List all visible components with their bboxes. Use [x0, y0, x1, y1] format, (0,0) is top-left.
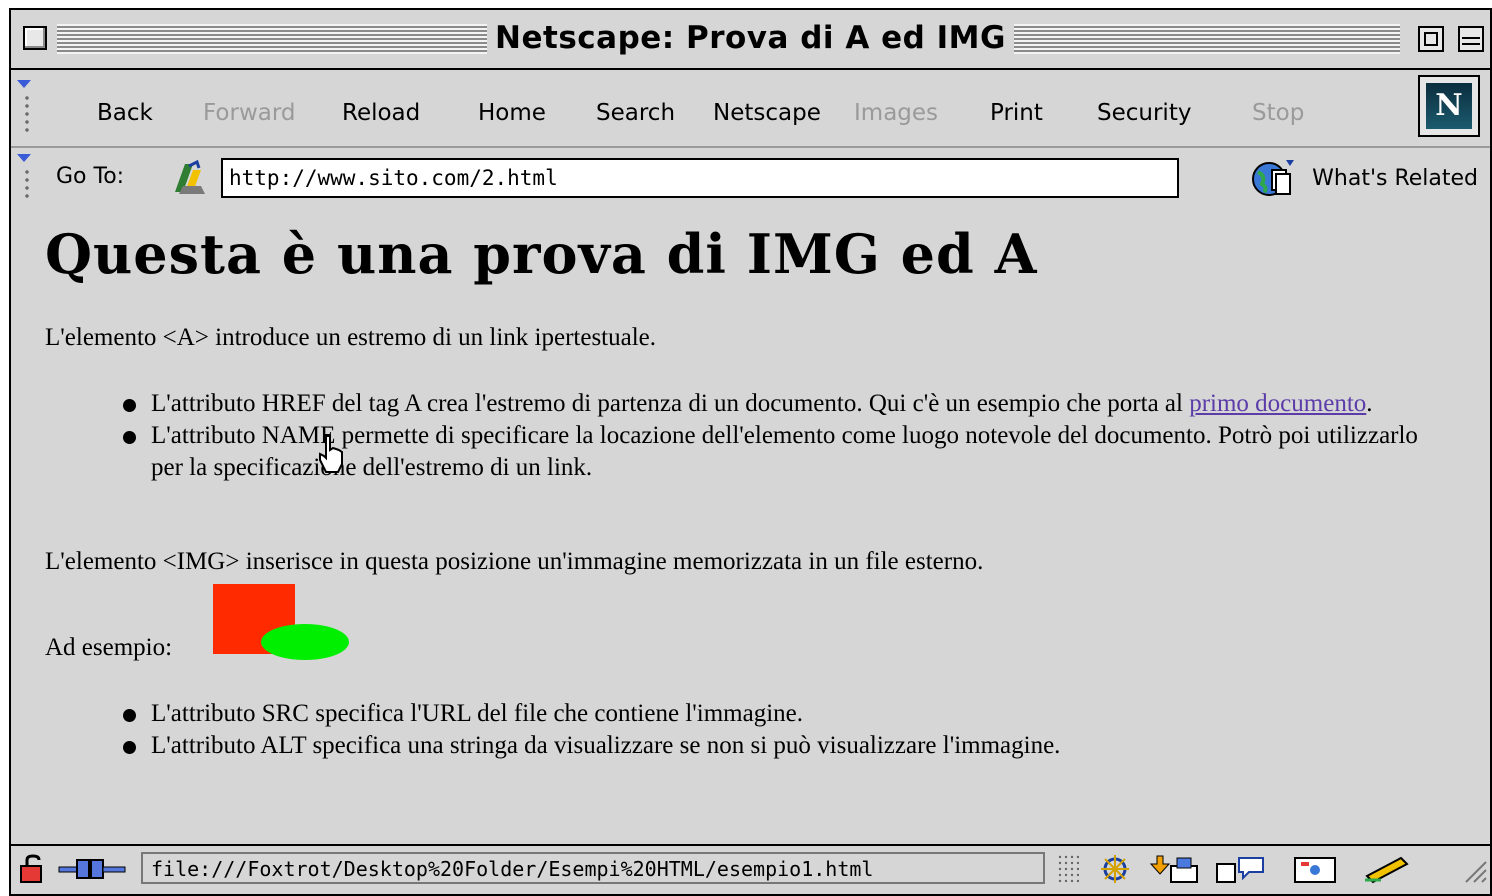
back-button[interactable]: Back [97, 100, 153, 126]
netscape-logo-letter: N [1426, 83, 1472, 129]
example-image [213, 584, 349, 660]
triangle-down-icon [17, 80, 31, 88]
grip-dots-icon [23, 168, 31, 198]
page-proxy-icon[interactable] [171, 160, 209, 196]
netscape-logo[interactable]: N [1418, 75, 1480, 137]
page-content: Questa è una prova di IMG ed A L'element… [11, 208, 1490, 846]
security-button[interactable]: Security [1097, 100, 1191, 126]
navigator-ship-wheel-icon[interactable] [1093, 854, 1139, 884]
href-text-suffix: . [1366, 390, 1373, 417]
intro-a-paragraph: L'elemento <A> introduce un estremo di u… [45, 324, 657, 351]
print-button[interactable]: Print [990, 100, 1043, 126]
status-grip-icon [1057, 854, 1079, 884]
list-item-href: L'attributo HREF del tag A crea l'estrem… [119, 388, 1429, 420]
images-button[interactable]: Images [854, 100, 938, 126]
hand-cursor-icon [319, 435, 343, 473]
status-bar: file:///Foxtrot/Desktop%20Folder/Esempi%… [11, 844, 1490, 894]
triangle-down-icon [17, 154, 31, 162]
href-text: L'attributo HREF del tag A crea l'estrem… [151, 390, 1190, 417]
netscape-button[interactable]: Netscape [713, 100, 821, 126]
stop-button[interactable]: Stop [1252, 100, 1304, 126]
intro-img-paragraph: L'elemento <IMG> inserisce in questa pos… [45, 548, 984, 575]
url-input[interactable] [221, 158, 1179, 198]
list-item-alt: L'attributo ALT specifica una stringa da… [119, 730, 1429, 762]
globe-icon [1252, 160, 1295, 196]
mail-icon[interactable] [1149, 854, 1201, 884]
aim-pencil-icon[interactable] [1361, 854, 1417, 884]
whats-related-label: What's Related [1312, 165, 1478, 191]
grip-dots-icon [23, 94, 31, 134]
search-button[interactable]: Search [596, 100, 675, 126]
reload-button[interactable]: Reload [342, 100, 420, 126]
goto-label: Go To: [56, 164, 125, 189]
location-bar: Go To: What's Related [11, 146, 1490, 210]
toolbar-collapse-tab[interactable] [15, 76, 39, 134]
collapse-box-button[interactable] [1458, 26, 1484, 52]
whats-related-button[interactable]: What's Related [1252, 156, 1478, 200]
page-heading: Questa è una prova di IMG ed A [45, 222, 1038, 286]
title-bar[interactable]: Netscape: Prova di A ed IMG [11, 10, 1490, 70]
list-item-name: L'attributo NAME permette di specificare… [119, 420, 1429, 484]
window-title: Netscape: Prova di A ed IMG [487, 20, 1014, 56]
resize-grip-icon[interactable] [1458, 854, 1488, 884]
composer-icon[interactable] [1291, 854, 1339, 884]
location-collapse-tab[interactable] [15, 150, 39, 198]
home-button[interactable]: Home [478, 100, 546, 126]
discussions-icon[interactable] [1213, 854, 1269, 884]
primo-documento-link[interactable]: primo documento [1189, 390, 1366, 417]
zoom-box-button[interactable] [1418, 26, 1444, 52]
status-message: file:///Foxtrot/Desktop%20Folder/Esempi%… [141, 852, 1045, 884]
forward-button[interactable]: Forward [203, 100, 296, 126]
img-attributes-list: L'attributo SRC specifica l'URL del file… [119, 698, 1429, 762]
navigation-toolbar: Back Forward Reload Home Search Netscape… [11, 68, 1490, 148]
list-item-src: L'attributo SRC specifica l'URL del file… [119, 698, 1429, 730]
a-attributes-list: L'attributo HREF del tag A crea l'estrem… [119, 388, 1429, 484]
example-label: Ad esempio: [45, 634, 173, 661]
security-lock-icon[interactable] [17, 854, 53, 884]
connection-plug-icon[interactable] [57, 854, 129, 884]
browser-window: Netscape: Prova di A ed IMG Back Forward… [9, 8, 1492, 896]
